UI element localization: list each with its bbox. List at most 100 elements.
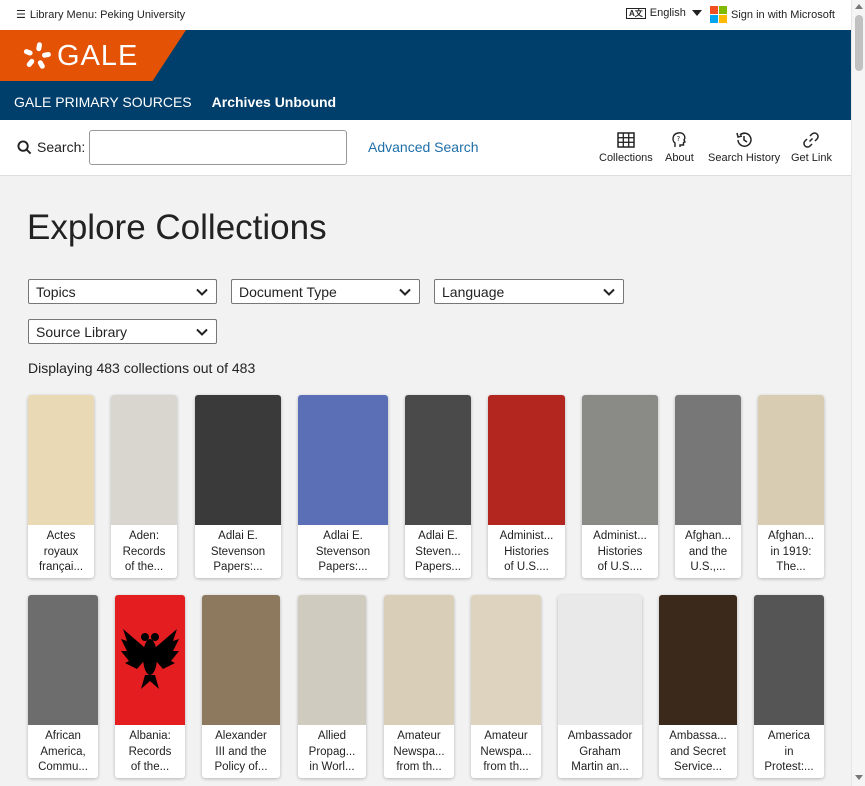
language-selector[interactable]: A文 English: [626, 7, 702, 19]
results-count: Displaying 483 collections out of 483: [28, 360, 256, 376]
site-header: GALE GALE PRIMARY SOURCES Archives Unbou…: [0, 30, 851, 120]
collection-title: Albania: Records of the...: [128, 730, 172, 773]
collection-thumbnail: [115, 595, 185, 725]
filter-document-type-label: Document Type: [239, 283, 337, 300]
nav-archives-unbound[interactable]: Archives Unbound: [212, 94, 336, 110]
collection-thumbnail: [758, 395, 824, 525]
collection-card[interactable]: Afghan... and the U.S.,...: [675, 395, 741, 578]
scrollbar-thumb[interactable]: [855, 15, 863, 71]
collection-title: Amateur Newspa... from th...: [393, 730, 445, 773]
history-icon: [736, 132, 752, 147]
collection-title: Aden: Records of the...: [122, 530, 166, 573]
collection-thumbnail: [28, 395, 94, 525]
page-title: Explore Collections: [27, 208, 327, 247]
about-label: About: [665, 152, 694, 164]
collection-thumbnail: [659, 595, 737, 725]
advanced-search-link[interactable]: Advanced Search: [368, 139, 479, 155]
filter-source-library[interactable]: Source Library: [28, 319, 217, 344]
collection-card[interactable]: Ambassa... and Secret Service...: [659, 595, 737, 778]
collection-title: Afghan... and the U.S.,...: [684, 530, 732, 573]
collection-card[interactable]: Alexander III and the Policy of...: [202, 595, 280, 778]
library-menu-button[interactable]: ☰ Library Menu: Peking University: [16, 8, 186, 22]
library-menu-label: Library Menu: Peking University: [29, 8, 186, 21]
collection-title: America in Protest:...: [764, 730, 814, 773]
collection-thumbnail: [384, 595, 454, 725]
collection-thumbnail: [111, 395, 177, 525]
hamburger-icon: ☰: [16, 9, 26, 21]
collection-card[interactable]: Amateur Newspa... from th...: [471, 595, 541, 778]
get-link-label: Get Link: [791, 152, 832, 164]
search-history-button[interactable]: Search History: [708, 130, 780, 164]
collection-title: Alexander III and the Policy of...: [214, 730, 268, 773]
collection-thumbnail: [298, 595, 366, 725]
search-label-text: Search:: [37, 139, 86, 155]
signin-microsoft-button[interactable]: Sign in with Microsoft: [710, 6, 835, 23]
get-link-button[interactable]: Get Link: [791, 130, 832, 164]
collection-title: Adlai E. Steven... Papers...: [414, 530, 462, 573]
collection-thumbnail: [405, 395, 471, 525]
utility-bar: ☰ Library Menu: Peking University A文 Eng…: [0, 0, 851, 30]
collection-thumbnail: [28, 595, 98, 725]
collection-card[interactable]: Afghan... in 1919: The...: [758, 395, 824, 578]
microsoft-logo-icon: [710, 6, 727, 23]
collection-card[interactable]: Allied Propag... in Worl...: [298, 595, 366, 778]
collection-thumbnail: [558, 595, 642, 725]
collection-card[interactable]: Aden: Records of the...: [111, 395, 177, 578]
product-nav: GALE PRIMARY SOURCES Archives Unbound: [14, 94, 336, 110]
filter-topics-label: Topics: [36, 283, 76, 300]
search-label: Search:: [17, 139, 85, 155]
filter-language[interactable]: Language: [434, 279, 624, 304]
collection-thumbnail: [754, 595, 824, 725]
scroll-up-icon[interactable]: [855, 4, 863, 9]
chevron-down-icon: [196, 288, 208, 296]
collection-title: Adlai E. Stevenson Papers:...: [315, 530, 371, 573]
gale-logo[interactable]: GALE: [0, 30, 186, 81]
filter-language-label: Language: [442, 283, 505, 300]
signin-label: Sign in with Microsoft: [731, 8, 835, 21]
collection-card[interactable]: African America, Commu...: [28, 595, 98, 778]
link-icon: [803, 132, 820, 148]
page-scrollbar[interactable]: [851, 0, 865, 786]
collection-card[interactable]: Actes royaux françai...: [28, 395, 94, 578]
collection-card[interactable]: Albania: Records of the...: [115, 595, 185, 778]
chevron-down-icon: [603, 288, 615, 296]
svg-text:?: ?: [677, 135, 681, 143]
about-head-icon: ?: [672, 132, 687, 147]
filter-source-library-label: Source Library: [36, 323, 128, 340]
collection-thumbnail: [195, 395, 281, 525]
about-button[interactable]: ? About: [665, 130, 694, 164]
filter-document-type[interactable]: Document Type: [231, 279, 420, 304]
collection-title: Adlai E. Stevenson Papers:...: [210, 530, 266, 573]
collection-card[interactable]: Adlai E. Stevenson Papers:...: [195, 395, 281, 578]
collection-card[interactable]: Adlai E. Steven... Papers...: [405, 395, 471, 578]
filter-topics[interactable]: Topics: [28, 279, 217, 304]
collection-thumbnail: [471, 595, 541, 725]
collection-card[interactable]: America in Protest:...: [754, 595, 824, 778]
collection-thumbnail: [298, 395, 388, 525]
collection-thumbnail: [582, 395, 658, 525]
collection-title: Administ... Histories of U.S....: [593, 530, 647, 573]
search-history-label: Search History: [708, 152, 781, 164]
nav-gale-primary-sources[interactable]: GALE PRIMARY SOURCES: [14, 94, 192, 110]
collections-label: Collections: [599, 152, 653, 164]
collection-title: Afghan... in 1919: The...: [767, 530, 815, 573]
translate-icon: A文: [626, 7, 646, 19]
search-input[interactable]: [89, 130, 347, 165]
language-label: English: [649, 7, 686, 19]
collection-card[interactable]: Amateur Newspa... from th...: [384, 595, 454, 778]
collection-title: Administ... Histories of U.S....: [499, 530, 554, 573]
collection-card[interactable]: Administ... Histories of U.S....: [488, 395, 565, 578]
collection-title: Ambassador Graham Martin an...: [567, 730, 633, 773]
albania-eagle-icon: [121, 629, 179, 689]
collection-card[interactable]: Ambassador Graham Martin an...: [558, 595, 642, 778]
chevron-down-icon: [399, 288, 411, 296]
collection-card[interactable]: Administ... Histories of U.S....: [582, 395, 658, 578]
collection-title: Ambassa... and Secret Service...: [669, 730, 727, 773]
search-bar: Search: Advanced Search Collections ? Ab…: [0, 120, 851, 176]
collection-title: Actes royaux françai...: [38, 530, 84, 573]
gale-star-icon: [23, 42, 51, 69]
collections-button[interactable]: Collections: [599, 130, 653, 164]
collection-thumbnail: [675, 395, 741, 525]
collection-card[interactable]: Adlai E. Stevenson Papers:...: [298, 395, 388, 578]
scroll-down-icon[interactable]: [855, 775, 863, 780]
